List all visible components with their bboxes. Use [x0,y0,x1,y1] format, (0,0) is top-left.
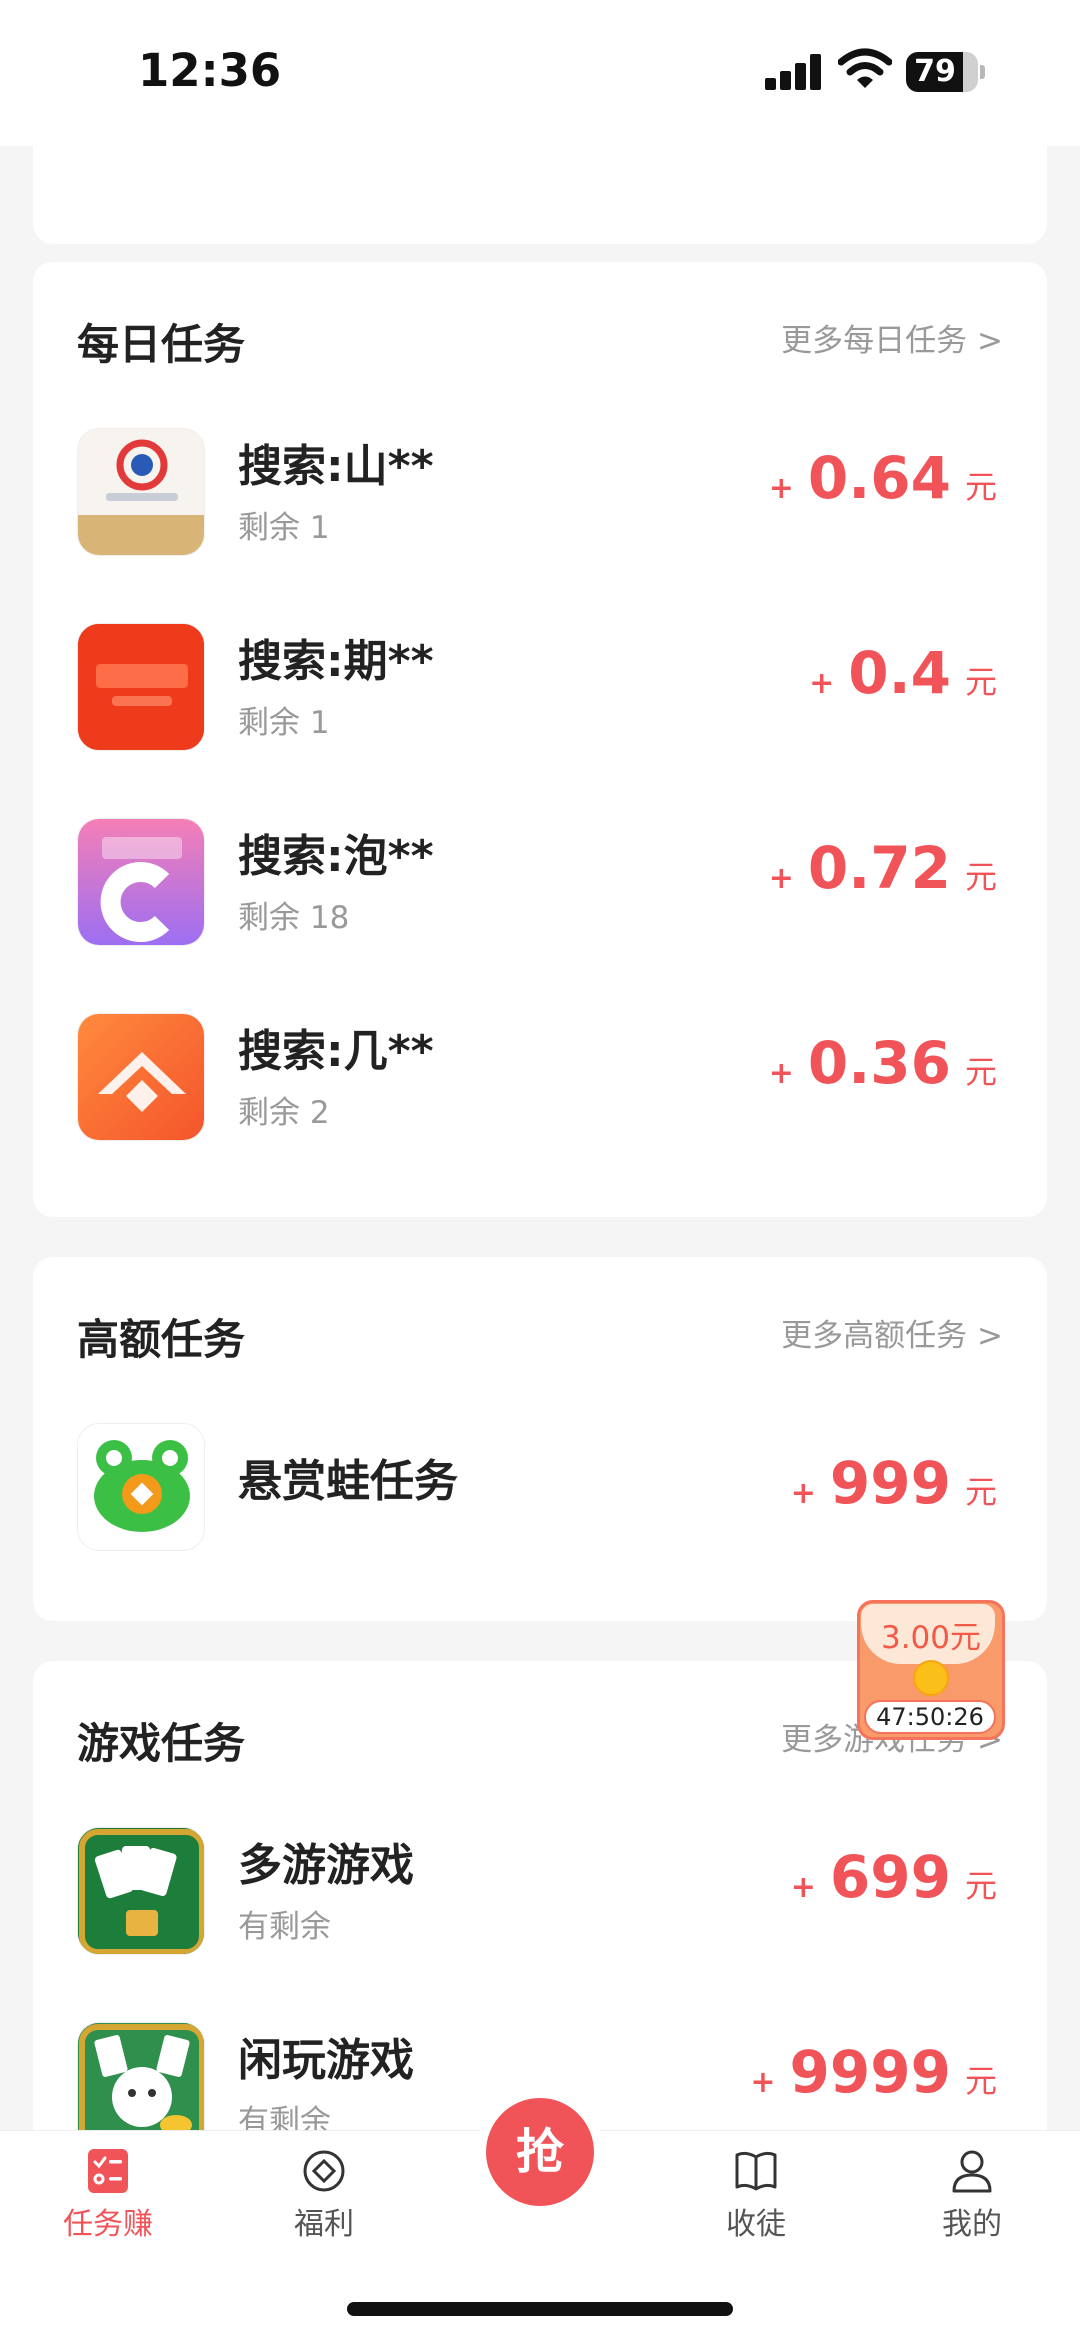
reward-amount: 999 [829,1449,951,1517]
task-name: 搜索:山** [238,441,434,492]
bank-app-icon [77,428,205,556]
tab-welfare[interactable]: 福利 [244,2131,404,2255]
high-tasks-card: 高额任务 更多高额任务 > 悬赏蛙任务 +999 元 [33,1257,1047,1621]
tab-task-earn[interactable]: 任务赚 [28,2131,188,2255]
daily-task-item[interactable]: 搜索:泡** 剩余 18 +0.72 元 [33,808,1047,958]
more-high-tasks-link[interactable]: 更多高额任务 > [781,1310,1003,1355]
high-task-item[interactable]: 悬赏蛙任务 +999 元 [33,1413,1047,1563]
high-tasks-title: 高额任务 [77,1315,246,1364]
reward-plus: + [809,666,835,701]
more-daily-tasks-link[interactable]: 更多每日任务 > [781,315,1003,360]
battery-icon: 79 [906,52,985,92]
person-icon [952,2150,992,2193]
reward-amount: 699 [829,1843,951,1911]
task-name: 闲玩游戏 [238,2035,414,2086]
status-time: 12:36 [138,44,282,97]
tab-label: 收徒 [726,2207,786,2242]
task-reward: +0.72 元 [769,834,997,902]
pao-app-icon [77,818,205,946]
cellular-signal-icon [765,54,823,90]
daily-task-item[interactable]: 搜索:山** 剩余 1 +0.64 元 [33,418,1047,568]
status-bar: 12:36 79 [0,0,1080,146]
cards-game-icon [77,1827,205,1955]
reward-unit: 元 [964,858,997,896]
task-remaining: 剩余 2 [238,1095,330,1131]
game-tasks-title: 游戏任务 [77,1719,246,1768]
task-reward: +0.36 元 [769,1029,997,1097]
task-name: 悬赏蛙任务 [238,1456,458,1507]
grab-button-label: 抢 [486,2098,594,2206]
reward-unit: 元 [964,1867,997,1905]
wifi-icon [838,48,892,88]
task-reward: +0.64 元 [769,444,997,512]
task-remaining: 剩余 18 [238,900,350,936]
task-remaining: 剩余 1 [238,705,330,741]
reward-amount: 0.36 [807,1029,951,1097]
reward-amount: 9999 [789,2038,951,2106]
reward-amount: 0.72 [807,834,951,902]
coin-icon [913,1660,949,1696]
reward-plus: + [790,1476,816,1511]
daily-tasks-card: 每日任务 更多每日任务 > 搜索:山** 剩余 1 +0.64 元 搜索:期**… [33,262,1047,1217]
reward-unit: 元 [964,1473,997,1511]
task-name: 搜索:几** [238,1026,434,1077]
battery-percentage: 79 [914,54,956,89]
reward-plus: + [768,471,794,506]
tab-mine[interactable]: 我的 [892,2131,1052,2255]
futures-app-icon [77,623,205,751]
reward-amount: 0.64 [807,444,951,512]
task-reward: +999 元 [791,1449,997,1517]
reward-plus: + [750,2065,776,2100]
red-packet-countdown: 47:50:26 [864,1700,996,1734]
ji-app-icon [77,1013,205,1141]
reward-unit: 元 [964,1053,997,1091]
reward-plus: + [768,1056,794,1091]
task-list-icon [88,2149,128,2193]
reward-unit: 元 [964,663,997,701]
daily-tasks-title: 每日任务 [77,320,246,369]
task-name: 多游游戏 [238,1840,414,1891]
frog-app-icon [77,1423,205,1551]
task-reward: +699 元 [791,1843,997,1911]
reward-unit: 元 [964,468,997,506]
diamond-icon [303,2150,345,2192]
task-remaining: 剩余 1 [238,510,330,546]
reward-plus: + [768,861,794,896]
tab-label: 我的 [942,2207,1002,2242]
task-remaining: 有剩余 [238,1909,331,1945]
tab-label: 福利 [294,2207,354,2242]
game-task-item[interactable]: 多游游戏 有剩余 +699 元 [33,1817,1047,1967]
daily-task-item[interactable]: 搜索:几** 剩余 2 +0.36 元 [33,1003,1047,1153]
tab-recruit[interactable]: 收徒 [676,2131,836,2255]
daily-task-item[interactable]: 搜索:期** 剩余 1 +0.4 元 [33,613,1047,763]
reward-unit: 元 [964,2062,997,2100]
home-indicator[interactable] [347,2302,733,2316]
reward-plus: + [790,1870,816,1905]
red-packet-amount: 3.00元 [880,1620,982,1656]
red-packet-float[interactable]: 3.00元 47:50:26 [857,1600,1005,1740]
task-name: 搜索:泡** [238,831,434,882]
grab-button[interactable]: 抢 [476,2088,604,2216]
task-reward: +9999 元 [750,2038,997,2106]
bottom-safe-area [0,2254,1080,2341]
tab-label: 任务赚 [63,2207,153,2242]
reward-amount: 0.4 [848,639,951,707]
book-icon [735,2151,777,2191]
task-reward: +0.4 元 [809,639,997,707]
task-name: 搜索:期** [238,636,434,687]
